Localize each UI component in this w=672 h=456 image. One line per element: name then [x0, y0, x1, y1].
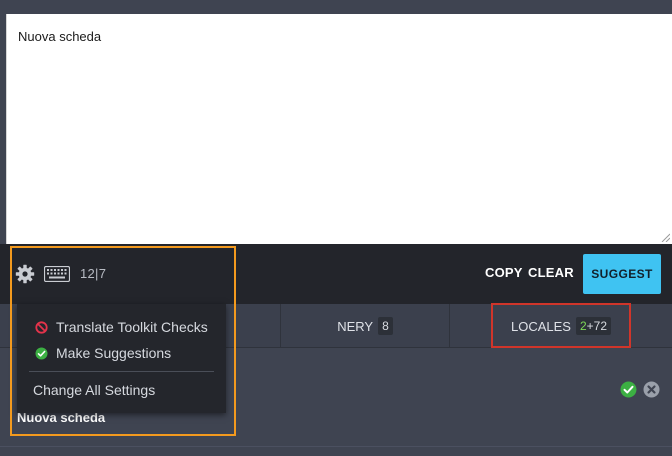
tab-nery[interactable]: NERY 8 [280, 304, 449, 348]
settings-highlight-box [10, 246, 236, 436]
tab-nery-count: 8 [378, 317, 393, 335]
accept-check-icon[interactable] [620, 381, 637, 398]
clear-button[interactable]: CLEAR [528, 265, 574, 280]
copy-button[interactable]: COPY [485, 265, 523, 280]
locales-highlight-box [491, 303, 631, 348]
suggest-button[interactable]: SUGGEST [583, 254, 661, 294]
editor-text[interactable]: Nuova scheda [18, 29, 101, 44]
translation-editor[interactable]: Nuova scheda [6, 14, 672, 244]
reject-x-icon[interactable] [643, 381, 660, 398]
divider [0, 446, 672, 447]
top-strip [0, 0, 672, 14]
tab-nery-label: NERY [337, 318, 374, 334]
resize-grip-icon[interactable] [660, 232, 670, 242]
